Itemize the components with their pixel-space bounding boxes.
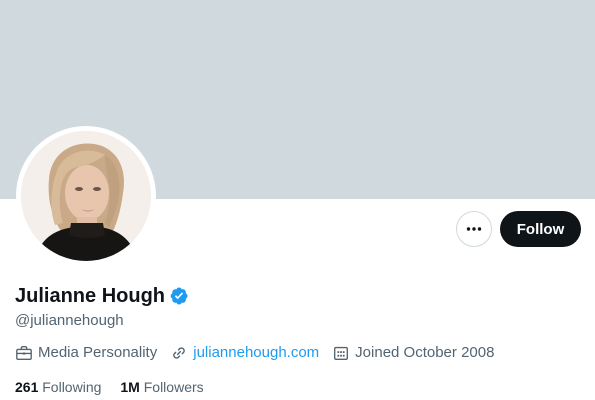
category-label: Media Personality	[38, 344, 158, 361]
category-item: Media Personality	[15, 343, 157, 363]
verified-badge-icon[interactable]	[169, 286, 189, 306]
link-icon	[173, 347, 186, 359]
profile-meta: Media Personality juliannehough.com Join…	[15, 343, 507, 363]
follow-button[interactable]: Follow	[500, 211, 581, 247]
avatar-photo	[21, 131, 151, 261]
following-link[interactable]: 261 Following	[15, 377, 101, 397]
display-name: Julianne Hough	[15, 285, 165, 307]
handle: @juliannehough	[15, 312, 124, 329]
more-options-button[interactable]	[456, 211, 492, 247]
website-link[interactable]: juliannehough.com	[193, 343, 319, 363]
avatar[interactable]	[21, 131, 151, 261]
followers-count: 1M	[120, 379, 140, 395]
followers-label: Followers	[143, 379, 204, 395]
name-row: Julianne Hough	[15, 284, 189, 308]
more-horizontal-icon	[466, 227, 482, 231]
briefcase-icon	[16, 346, 32, 360]
calendar-icon	[334, 346, 349, 360]
website-item[interactable]: juliannehough.com	[170, 343, 319, 363]
followers-link[interactable]: 1M Followers	[120, 377, 203, 397]
following-count: 261	[15, 379, 39, 395]
joined-label: Joined October 2008	[355, 344, 495, 361]
following-label: Following	[42, 379, 102, 395]
joined-item: Joined October 2008	[332, 343, 494, 363]
follow-stats: 261 Following 1M Followers	[15, 377, 223, 397]
